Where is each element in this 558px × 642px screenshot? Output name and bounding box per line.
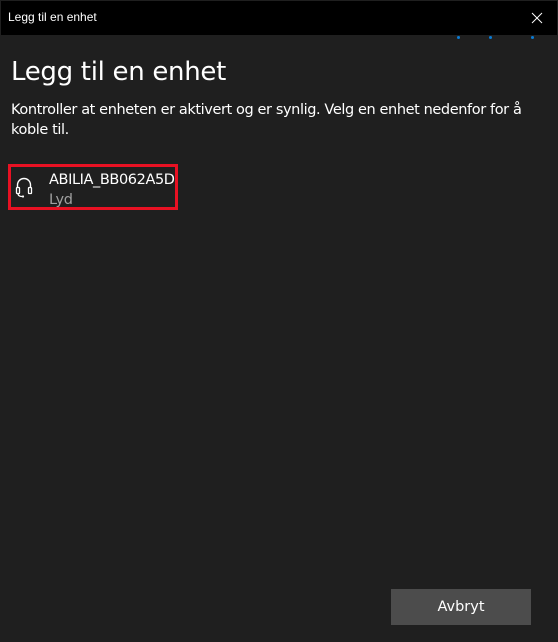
progress-dot [531, 36, 534, 39]
close-icon [531, 12, 543, 24]
cancel-button[interactable]: Avbryt [391, 589, 531, 625]
progress-dot [489, 36, 492, 39]
dialog-description: Kontroller at enheten er aktivert og er … [11, 102, 522, 138]
device-type: Lyd [49, 192, 73, 208]
window-title: Legg til en enhet [8, 10, 97, 24]
dialog-heading: Legg til en enhet [11, 57, 226, 87]
headset-icon [15, 177, 33, 198]
device-list-item[interactable]: ABILIA_BB062A5D Lyd [8, 164, 178, 210]
progress-dot [457, 36, 460, 39]
title-bar: Legg til en enhet [1, 1, 557, 35]
add-device-window: Legg til en enhet Legg til en enhet Kont… [0, 0, 558, 642]
close-button[interactable] [517, 1, 557, 35]
device-name: ABILIA_BB062A5D [49, 172, 175, 188]
searching-progress-indicator [1, 36, 557, 40]
